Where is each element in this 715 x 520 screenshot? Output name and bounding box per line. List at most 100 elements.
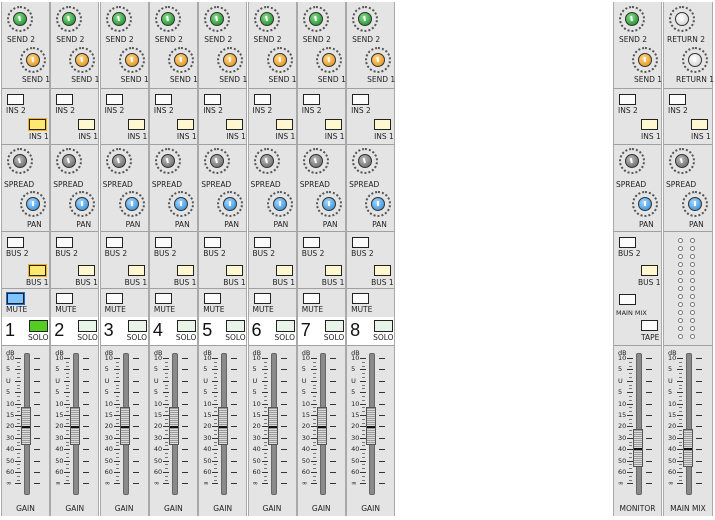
- send-2-knob[interactable]: [352, 6, 379, 32]
- mute-button[interactable]: [204, 293, 222, 304]
- send-1-knob[interactable]: [266, 47, 293, 73]
- channel-8-fader-handle[interactable]: [366, 407, 377, 445]
- bus-2-button[interactable]: [352, 237, 370, 248]
- monitor-bus-2-button[interactable]: [619, 237, 636, 248]
- spread-knob[interactable]: [56, 148, 83, 174]
- main-ins-1-button[interactable]: [691, 119, 708, 130]
- send-1-knob[interactable]: [20, 47, 46, 73]
- ins-2-button[interactable]: [105, 94, 123, 105]
- monitor-pan-knob[interactable]: [632, 191, 658, 217]
- solo-button[interactable]: [78, 320, 98, 332]
- pan-knob[interactable]: [315, 191, 342, 217]
- ins-2-button[interactable]: [204, 94, 222, 105]
- spread-knob[interactable]: [302, 148, 329, 174]
- send-2-knob[interactable]: [302, 6, 329, 32]
- spread-knob[interactable]: [204, 148, 231, 174]
- pan-knob[interactable]: [365, 191, 392, 217]
- solo-button[interactable]: [374, 320, 394, 332]
- channel-6-fader-handle[interactable]: [267, 407, 278, 445]
- pan-knob[interactable]: [217, 191, 244, 217]
- bus-1-button[interactable]: [374, 265, 392, 276]
- send-1-knob[interactable]: [167, 47, 194, 73]
- spread-knob[interactable]: [154, 148, 181, 174]
- send-2-knob[interactable]: [253, 6, 280, 32]
- solo-button[interactable]: [275, 320, 295, 332]
- channel-7-fader-handle[interactable]: [316, 407, 327, 445]
- pan-knob[interactable]: [69, 191, 96, 217]
- solo-button[interactable]: [324, 320, 344, 332]
- send-1-knob[interactable]: [217, 47, 244, 73]
- bus-1-button[interactable]: [127, 265, 145, 276]
- main-ins-2-button[interactable]: [669, 94, 686, 105]
- solo-button[interactable]: [226, 320, 246, 332]
- bus-2-button[interactable]: [154, 237, 172, 248]
- send-1-knob[interactable]: [69, 47, 96, 73]
- monitor-main-mix-button[interactable]: [619, 294, 636, 305]
- pan-knob[interactable]: [118, 191, 145, 217]
- ins-2-button[interactable]: [154, 94, 172, 105]
- mute-button[interactable]: [7, 293, 24, 304]
- send-1-knob[interactable]: [315, 47, 342, 73]
- bus-1-button[interactable]: [29, 265, 46, 276]
- mute-button[interactable]: [302, 293, 320, 304]
- spread-knob[interactable]: [253, 148, 280, 174]
- channel-4-fader-handle[interactable]: [168, 407, 179, 445]
- channel-1-fader-handle[interactable]: [21, 407, 31, 445]
- pan-knob[interactable]: [20, 191, 46, 217]
- ins-1-button[interactable]: [374, 119, 392, 130]
- send-2-knob[interactable]: [105, 6, 132, 32]
- monitor-tape-button[interactable]: [641, 320, 658, 331]
- main-pan-knob[interactable]: [682, 191, 708, 217]
- send-2-knob[interactable]: [56, 6, 83, 32]
- main-fader-handle[interactable]: [683, 429, 693, 467]
- solo-button[interactable]: [29, 320, 48, 332]
- send-1-knob[interactable]: [365, 47, 392, 73]
- main-fader-track[interactable]: [686, 353, 692, 495]
- ins-1-button[interactable]: [176, 119, 194, 130]
- bus-2-button[interactable]: [253, 237, 271, 248]
- bus-1-button[interactable]: [176, 265, 194, 276]
- channel-5-fader-handle[interactable]: [218, 407, 229, 445]
- mute-button[interactable]: [56, 293, 74, 304]
- ins-2-button[interactable]: [352, 94, 370, 105]
- send-2-knob[interactable]: [7, 6, 33, 32]
- mute-button[interactable]: [352, 293, 370, 304]
- monitor-fader-track[interactable]: [636, 353, 642, 495]
- ins-1-button[interactable]: [275, 119, 293, 130]
- bus-1-button[interactable]: [324, 265, 342, 276]
- ins-1-button[interactable]: [78, 119, 96, 130]
- ins-1-button[interactable]: [324, 119, 342, 130]
- monitor-ins-2-button[interactable]: [619, 94, 636, 105]
- bus-1-button[interactable]: [78, 265, 96, 276]
- spread-knob[interactable]: [105, 148, 132, 174]
- monitor-bus-1-button[interactable]: [641, 265, 658, 276]
- solo-button[interactable]: [176, 320, 196, 332]
- ins-1-button[interactable]: [226, 119, 244, 130]
- pan-knob[interactable]: [266, 191, 293, 217]
- monitor-fader-handle[interactable]: [633, 429, 643, 467]
- mute-button[interactable]: [105, 293, 123, 304]
- send-2-knob[interactable]: [204, 6, 231, 32]
- channel-2-fader-handle[interactable]: [70, 407, 81, 445]
- bus-1-button[interactable]: [275, 265, 293, 276]
- bus-2-button[interactable]: [105, 237, 123, 248]
- spread-knob[interactable]: [7, 148, 33, 174]
- pan-knob[interactable]: [167, 191, 194, 217]
- bus-2-button[interactable]: [56, 237, 74, 248]
- mute-button[interactable]: [253, 293, 271, 304]
- monitor-ins-1-button[interactable]: [641, 119, 658, 130]
- ins-2-button[interactable]: [56, 94, 74, 105]
- monitor-send-1-knob[interactable]: [632, 47, 658, 73]
- solo-button[interactable]: [127, 320, 147, 332]
- send-2-knob[interactable]: [154, 6, 181, 32]
- ins-1-button[interactable]: [127, 119, 145, 130]
- ins-2-button[interactable]: [253, 94, 271, 105]
- bus-2-button[interactable]: [204, 237, 222, 248]
- bus-2-button[interactable]: [7, 237, 24, 248]
- channel-3-fader-handle[interactable]: [119, 407, 130, 445]
- mute-button[interactable]: [154, 293, 172, 304]
- monitor-send-2-knob[interactable]: [619, 6, 645, 32]
- bus-1-button[interactable]: [226, 265, 244, 276]
- return-2-knob[interactable]: [669, 6, 695, 32]
- ins-1-button[interactable]: [29, 119, 46, 130]
